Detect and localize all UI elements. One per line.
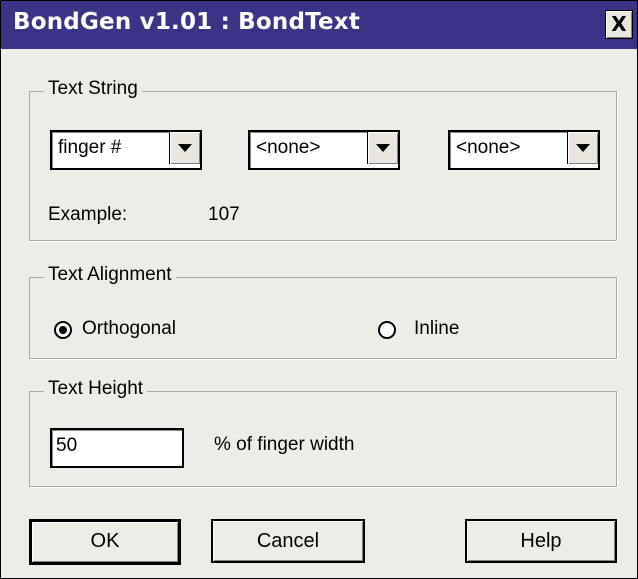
text-part-1-select[interactable]: finger # <box>50 130 202 170</box>
close-button[interactable]: X <box>605 10 633 39</box>
inline-radio[interactable] <box>378 321 396 339</box>
text-string-legend: Text String <box>44 78 142 100</box>
example-value: 107 <box>208 204 240 225</box>
text-alignment-legend: Text Alignment <box>44 264 176 286</box>
window-title: BondGen v1.01 : BondText <box>13 9 361 35</box>
inline-label: Inline <box>414 318 460 339</box>
orthogonal-radio[interactable] <box>54 321 72 339</box>
ok-button[interactable]: OK <box>29 519 181 565</box>
example-label: Example: <box>48 204 128 225</box>
help-button[interactable]: Help <box>465 519 617 563</box>
text-string-group: Text String finger # <none> <none> Examp… <box>29 78 617 241</box>
text-part-2-select[interactable]: <none> <box>248 130 400 170</box>
text-part-1-value: finger # <box>58 137 122 158</box>
inline-radio-option[interactable]: Inline <box>376 318 496 344</box>
cancel-button[interactable]: Cancel <box>211 519 365 563</box>
text-alignment-group: Text Alignment Orthogonal Inline <box>29 264 617 359</box>
text-part-3-select[interactable]: <none> <box>448 130 600 170</box>
text-part-2-value: <none> <box>256 137 321 158</box>
text-height-legend: Text Height <box>44 378 148 400</box>
text-height-group: Text Height % of finger width <box>29 378 617 487</box>
text-height-input[interactable] <box>56 435 166 457</box>
chevron-down-icon[interactable] <box>367 132 398 164</box>
close-icon: X <box>611 12 627 36</box>
chevron-down-icon[interactable] <box>169 132 200 164</box>
title-bar[interactable]: BondGen v1.01 : BondText X <box>1 1 637 49</box>
orthogonal-radio-option[interactable]: Orthogonal <box>52 318 252 344</box>
bondtext-dialog: BondGen v1.01 : BondText X Text String f… <box>0 0 638 579</box>
text-height-unit-label: % of finger width <box>214 434 355 455</box>
text-height-field[interactable] <box>50 428 184 468</box>
chevron-down-icon[interactable] <box>567 132 598 164</box>
orthogonal-label: Orthogonal <box>82 318 177 339</box>
text-part-3-value: <none> <box>456 137 521 158</box>
